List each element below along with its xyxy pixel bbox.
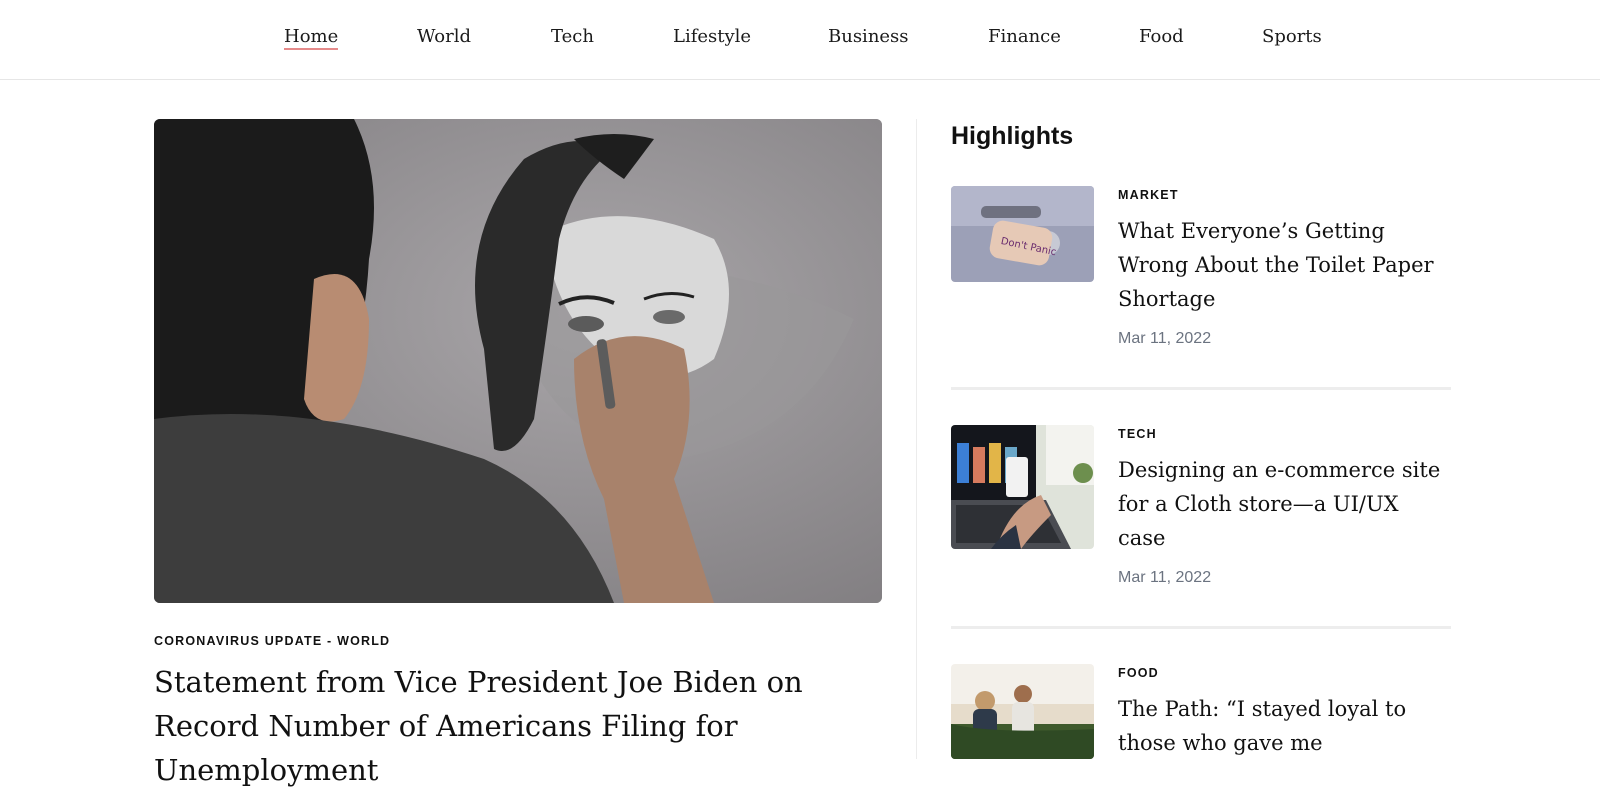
highlight-category[interactable]: TECH xyxy=(1118,427,1157,441)
feature-image[interactable] xyxy=(154,119,882,603)
nav-item-lifestyle[interactable]: Lifestyle xyxy=(673,26,751,47)
highlight-category[interactable]: MARKET xyxy=(1118,188,1179,202)
top-nav: Home World Tech Lifestyle Business Finan… xyxy=(0,0,1600,80)
highlight-thumbnail[interactable] xyxy=(951,664,1094,759)
nav-item-world[interactable]: World xyxy=(417,26,471,47)
highlight-separator xyxy=(951,626,1451,629)
nav-item-sports[interactable]: Sports xyxy=(1262,26,1322,47)
highlight-date: Mar 11, 2022 xyxy=(1118,330,1212,347)
highlight-date: Mar 11, 2022 xyxy=(1118,569,1212,586)
nav-item-food[interactable]: Food xyxy=(1139,26,1184,47)
highlight-title[interactable]: Designing an e-commerce site for a Cloth… xyxy=(1118,453,1448,555)
highlights-heading: Highlights xyxy=(951,122,1074,150)
feature-title[interactable]: Statement from Vice President Joe Biden … xyxy=(154,660,894,792)
highlight-category[interactable]: FOOD xyxy=(1118,666,1159,680)
highlight-title[interactable]: The Path: “I stayed loyal to those who g… xyxy=(1118,692,1448,760)
feature-category[interactable]: CORONAVIRUS UPDATE - WORLD xyxy=(154,634,390,648)
highlight-title[interactable]: What Everyone’s Getting Wrong About the … xyxy=(1118,214,1448,316)
highlight-thumbnail[interactable]: Don't Panic xyxy=(951,186,1094,282)
nav-item-tech[interactable]: Tech xyxy=(551,26,594,47)
highlight-separator xyxy=(951,387,1451,390)
column-divider xyxy=(916,119,917,759)
nav-item-business[interactable]: Business xyxy=(828,26,909,47)
nav-item-finance[interactable]: Finance xyxy=(988,26,1061,47)
highlight-thumbnail[interactable] xyxy=(951,425,1094,549)
nav-item-home[interactable]: Home xyxy=(284,26,339,50)
